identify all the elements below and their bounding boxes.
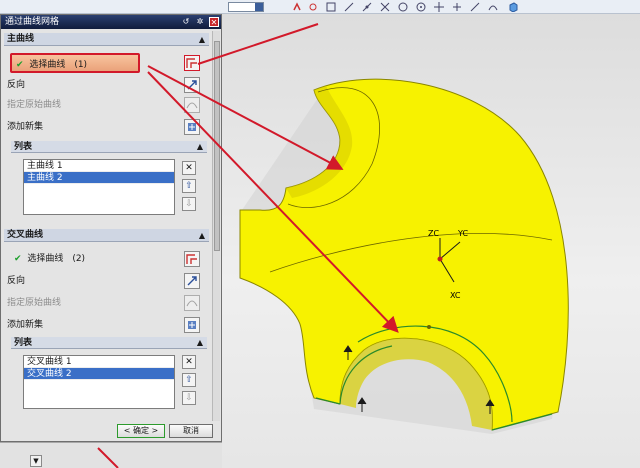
intersection-icon[interactable] — [380, 2, 390, 12]
filter-combo[interactable] — [228, 2, 264, 12]
tangent-icon[interactable] — [488, 2, 498, 12]
list-item[interactable]: 主曲线 2 — [24, 172, 174, 184]
list-item[interactable]: 主曲线 1 — [24, 160, 174, 172]
cross-add-set-label: 添加新集 — [7, 320, 44, 330]
dialog-titlebar: 通过曲线网格 ↺ ✲ ✕ — [1, 15, 221, 29]
move-down-icon[interactable]: ⇩ — [182, 391, 196, 405]
mid-point-icon[interactable] — [362, 2, 372, 12]
check-icon: ✔ — [14, 254, 22, 264]
dialog-title: 通过曲线网格 — [5, 17, 60, 27]
curve-select-icon[interactable] — [184, 55, 200, 71]
primary-list-title: 列表 — [14, 142, 33, 152]
cross-list-title: 列表 — [14, 338, 33, 348]
snap-icon[interactable] — [292, 2, 302, 12]
dialog-button-bar: < 确定 > 取消 — [1, 421, 221, 441]
cube-icon[interactable] — [508, 2, 518, 12]
primary-curve-list[interactable]: 主曲线 1 主曲线 2 — [23, 159, 175, 215]
chevron-up-icon[interactable]: ▲ — [197, 337, 203, 349]
move-up-icon[interactable]: ⇧ — [182, 373, 196, 387]
add-set-icon[interactable] — [184, 119, 200, 135]
primary-reverse-row: 反向 — [7, 77, 207, 93]
primary-reverse-label: 反向 — [7, 80, 26, 90]
reverse-direction-icon[interactable] — [184, 273, 200, 289]
yc-label: YC — [457, 229, 468, 238]
list-item[interactable]: 交叉曲线 2 — [24, 368, 174, 380]
chevron-up-icon[interactable]: ▲ — [197, 141, 203, 153]
primary-start-curve-label: 指定原始曲线 — [7, 100, 62, 110]
cross-select-curve-row[interactable]: ✔ 选择曲线 (2) — [10, 249, 170, 269]
chevron-up-icon[interactable]: ▲ — [199, 229, 205, 242]
cross-reverse-row: 反向 — [7, 273, 207, 289]
primary-select-count: (1) — [74, 60, 88, 70]
chevron-up-icon[interactable]: ▲ — [199, 33, 205, 46]
cross-add-set-row: 添加新集 — [7, 317, 207, 333]
primary-select-curve-row[interactable]: ✔ 选择曲线 (1) — [10, 53, 140, 73]
cross-curve-list[interactable]: 交叉曲线 1 交叉曲线 2 — [23, 355, 175, 409]
cross-curves-title: 交叉曲线 — [7, 230, 44, 240]
delete-icon[interactable]: ✕ — [182, 355, 196, 369]
primary-list-header[interactable]: 列表 ▲ — [11, 141, 207, 153]
zc-label: ZC — [428, 229, 439, 238]
close-icon[interactable]: ✕ — [209, 17, 219, 27]
curve-select-icon[interactable] — [184, 251, 200, 267]
ok-button[interactable]: < 确定 > — [117, 424, 165, 438]
through-curve-mesh-dialog: 通过曲线网格 ↺ ✲ ✕ 主曲线 ▲ ✔ 选择曲线 (1) 反向 指定原始曲线 … — [0, 14, 222, 442]
move-down-icon[interactable]: ⇩ — [182, 197, 196, 211]
settings-gear-icon[interactable]: ✲ — [195, 17, 205, 27]
end-point-icon[interactable] — [344, 2, 354, 12]
primary-add-set-label: 添加新集 — [7, 122, 44, 132]
cross-start-curve-label: 指定原始曲线 — [7, 298, 62, 308]
cross-icon[interactable] — [452, 2, 462, 12]
reverse-direction-icon[interactable] — [184, 77, 200, 93]
slash-icon[interactable] — [470, 2, 480, 12]
circle-icon[interactable] — [416, 2, 426, 12]
top-toolbar — [0, 0, 640, 14]
cross-list-header[interactable]: 列表 ▲ — [11, 337, 207, 349]
chevron-down-icon[interactable]: ▼ — [30, 455, 42, 467]
start-curve-icon[interactable] — [184, 295, 200, 311]
primary-start-curve-row: 指定原始曲线 — [7, 97, 207, 113]
curve-point — [427, 325, 431, 329]
cross-select-curve-label: 选择曲线 — [27, 254, 64, 264]
check-icon: ✔ — [16, 60, 24, 70]
scrollbar-thumb[interactable] — [214, 41, 220, 251]
xc-label: XC — [450, 291, 461, 300]
move-up-icon[interactable]: ⇧ — [182, 179, 196, 193]
cross-curves-header[interactable]: 交叉曲线 ▲ — [4, 229, 209, 242]
primary-add-set-row: 添加新集 — [7, 119, 207, 135]
point-icon[interactable] — [308, 2, 318, 12]
start-curve-icon[interactable] — [184, 97, 200, 113]
cross-select-count: (2) — [72, 254, 86, 264]
cross-reverse-label: 反向 — [7, 276, 26, 286]
graphics-viewport[interactable]: ZC YC XC — [222, 14, 640, 468]
delete-icon[interactable]: ✕ — [182, 161, 196, 175]
bottom-status-strip: ▼ — [0, 442, 222, 468]
add-set-icon[interactable] — [184, 317, 200, 333]
cross-start-curve-row: 指定原始曲线 — [7, 295, 207, 311]
arc-center-icon[interactable] — [398, 2, 408, 12]
primary-curves-title: 主曲线 — [7, 34, 35, 44]
cancel-button[interactable]: 取消 — [169, 424, 213, 438]
list-item[interactable]: 交叉曲线 1 — [24, 356, 174, 368]
quadrant-icon[interactable] — [434, 2, 444, 12]
reset-icon[interactable]: ↺ — [181, 17, 191, 27]
primary-select-curve-label: 选择曲线 — [29, 60, 66, 70]
dialog-scrollbar[interactable] — [212, 31, 220, 421]
grid-icon[interactable] — [326, 2, 336, 12]
primary-curves-header[interactable]: 主曲线 ▲ — [4, 33, 209, 46]
